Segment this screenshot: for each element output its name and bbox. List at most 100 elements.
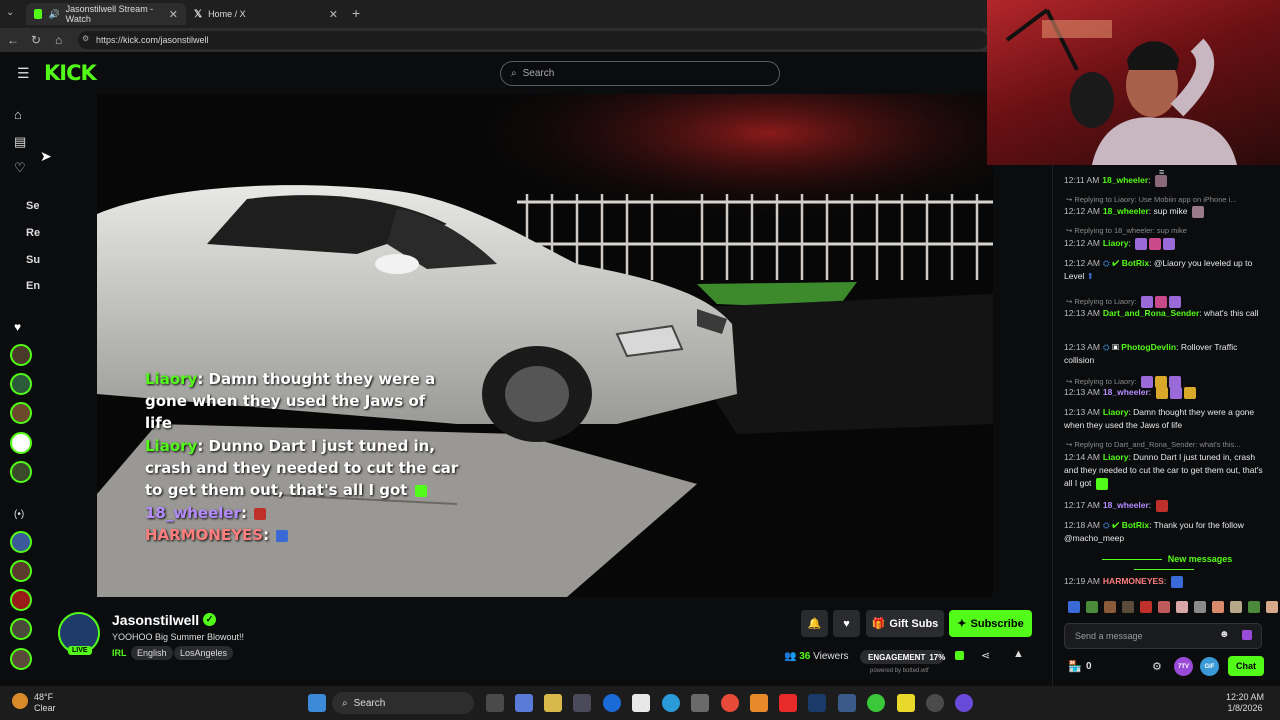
tag-location[interactable]: LosAngeles	[174, 646, 234, 660]
back-arrow-icon[interactable]: ←	[7, 33, 19, 47]
tab-close-icon[interactable]: ✕	[329, 8, 338, 21]
tab-kick[interactable]: 🔊 Jasonstilwell Stream - Watch ✕	[26, 3, 186, 25]
recommended-channel-avatar[interactable]	[10, 618, 32, 640]
store-icon[interactable]	[573, 694, 591, 712]
youtube-icon[interactable]	[779, 694, 797, 712]
gif-extension-icon[interactable]: GIF	[1200, 657, 1219, 676]
recommended-channel-avatar[interactable]	[10, 531, 32, 553]
tab-close-icon[interactable]: ✕	[169, 8, 178, 21]
chat-username[interactable]: Dart_and_Rona_Sender	[1103, 308, 1199, 318]
sidebar-label[interactable]: Su	[26, 254, 40, 266]
xbox-icon[interactable]	[867, 694, 885, 712]
windows-start-icon[interactable]	[308, 694, 326, 712]
subscribe-button[interactable]: ✦ Subscribe	[949, 610, 1032, 637]
taskbar-search[interactable]: ⌕ Search	[332, 692, 474, 714]
emote-icon[interactable]	[1086, 601, 1098, 613]
emote-icon[interactable]	[1158, 601, 1170, 613]
followed-channel-avatar[interactable]	[10, 373, 32, 395]
send-chat-button[interactable]: Chat	[1228, 656, 1264, 676]
obs-icon[interactable]	[926, 694, 944, 712]
app-icon[interactable]	[955, 694, 973, 712]
followed-channel-avatar[interactable]	[10, 461, 32, 483]
browse-icon[interactable]: ▤	[14, 134, 26, 150]
chat-settings-gear-icon[interactable]: ⚙	[1152, 660, 1162, 673]
chat-username[interactable]: BotRix	[1122, 520, 1149, 530]
vlc-icon[interactable]	[750, 694, 768, 712]
emote-icon[interactable]	[1266, 601, 1278, 613]
chat-username[interactable]: 18_wheeler	[1103, 387, 1149, 397]
7tv-extension-icon[interactable]: 7TV	[1174, 657, 1193, 676]
gift-subs-button[interactable]: 🎁 Gift Subs	[866, 610, 944, 637]
amazon-icon[interactable]	[632, 694, 650, 712]
emote-icon[interactable]	[1212, 601, 1224, 613]
notifications-bell-button[interactable]: 🔔	[801, 610, 828, 637]
emote-icon[interactable]	[1140, 601, 1152, 613]
chat-username[interactable]: Liaory	[1103, 452, 1129, 462]
emote-icon[interactable]	[1104, 601, 1116, 613]
chat-username[interactable]: Liaory	[1103, 407, 1129, 417]
follow-heart-button[interactable]: ♥	[833, 610, 860, 637]
followed-channel-avatar[interactable]	[10, 402, 32, 424]
chat-username[interactable]: BotRix	[1122, 258, 1149, 268]
emoji-picker-icon[interactable]: ☻	[1219, 629, 1230, 640]
chat-username[interactable]: HARMONEYES	[1103, 576, 1164, 586]
search-input[interactable]: ⌕ Search	[500, 61, 780, 86]
file-explorer-icon[interactable]	[544, 694, 562, 712]
recommended-channel-avatar[interactable]	[10, 648, 32, 670]
channel-name[interactable]: Jasonstilwell	[112, 612, 199, 628]
sidebar-label[interactable]: En	[26, 280, 40, 292]
emote-icon[interactable]	[1194, 601, 1206, 613]
chat-message-input[interactable]: Send a message	[1064, 623, 1262, 649]
kick-logo[interactable]: KICK	[44, 61, 97, 85]
calculator-icon[interactable]	[691, 694, 709, 712]
home-icon[interactable]: ⌂	[55, 33, 62, 47]
copilot-icon[interactable]	[515, 694, 533, 712]
emote-icon[interactable]	[1230, 601, 1242, 613]
chat-username[interactable]: 18_wheeler	[1103, 206, 1149, 216]
sidebar-label[interactable]: Se	[26, 200, 39, 212]
followed-channel-avatar[interactable]	[10, 344, 32, 366]
chat-username[interactable]: PhotogDevlin	[1121, 342, 1176, 352]
share-icon[interactable]: ⋖	[981, 649, 990, 662]
chat-username[interactable]: Liaory	[1103, 238, 1129, 248]
recommended-channel-avatar[interactable]	[10, 560, 32, 582]
chat-username[interactable]: 18_wheeler	[1103, 500, 1149, 510]
kick-emote-icon[interactable]	[1242, 630, 1252, 640]
new-tab-icon[interactable]: +	[352, 5, 360, 21]
emote-icon[interactable]	[1122, 601, 1134, 613]
tab-list-chevron-icon[interactable]: ⌄	[6, 7, 14, 18]
steam-icon[interactable]	[808, 694, 826, 712]
edge-icon[interactable]	[662, 694, 680, 712]
task-view-icon[interactable]	[486, 694, 504, 712]
notes-icon[interactable]	[897, 694, 915, 712]
facebook-icon[interactable]	[603, 694, 621, 712]
emote-icon[interactable]	[1068, 601, 1080, 613]
home-icon[interactable]: ⌂	[14, 107, 22, 122]
tag-language[interactable]: English	[131, 646, 173, 660]
sidebar-label[interactable]: Re	[26, 227, 40, 239]
emote-icon[interactable]	[1176, 601, 1188, 613]
followed-channel-avatar[interactable]	[10, 432, 32, 454]
chat-username[interactable]: 18_wheeler	[1102, 175, 1148, 185]
system-clock[interactable]: 12:20 AM 1/8/2026	[1226, 692, 1264, 714]
site-info-icon[interactable]: ⚙	[82, 34, 89, 43]
chat-message: 12:19 AM HARMONEYES:	[1064, 575, 1264, 588]
store-icon[interactable]: 🏪	[1068, 660, 1082, 673]
chrome-icon[interactable]	[721, 694, 739, 712]
weather-widget[interactable]: 48°F Clear	[34, 692, 56, 714]
recommended-channel-avatar[interactable]	[10, 589, 32, 611]
overlay-text: Damn thought they were a	[208, 370, 436, 388]
report-flag-icon[interactable]: ▲	[1013, 648, 1024, 660]
emote-icon[interactable]	[1248, 601, 1260, 613]
reload-icon[interactable]: ↻	[31, 33, 41, 47]
url-field[interactable]: https://kick.com/jasonstilwell	[78, 31, 988, 49]
new-messages-divider[interactable]: New messages	[1060, 554, 1268, 574]
clip-icon[interactable]	[955, 651, 964, 660]
menu-hamburger-icon[interactable]: ☰	[17, 65, 30, 82]
weather-icon[interactable]	[12, 693, 28, 709]
following-heart-icon[interactable]: ♡	[14, 160, 26, 176]
app-icon[interactable]	[838, 694, 856, 712]
stream-category[interactable]: IRL	[112, 648, 127, 658]
tab-x[interactable]: 𝕏 Home / X ✕	[186, 3, 346, 25]
emote-icon	[1163, 237, 1176, 250]
